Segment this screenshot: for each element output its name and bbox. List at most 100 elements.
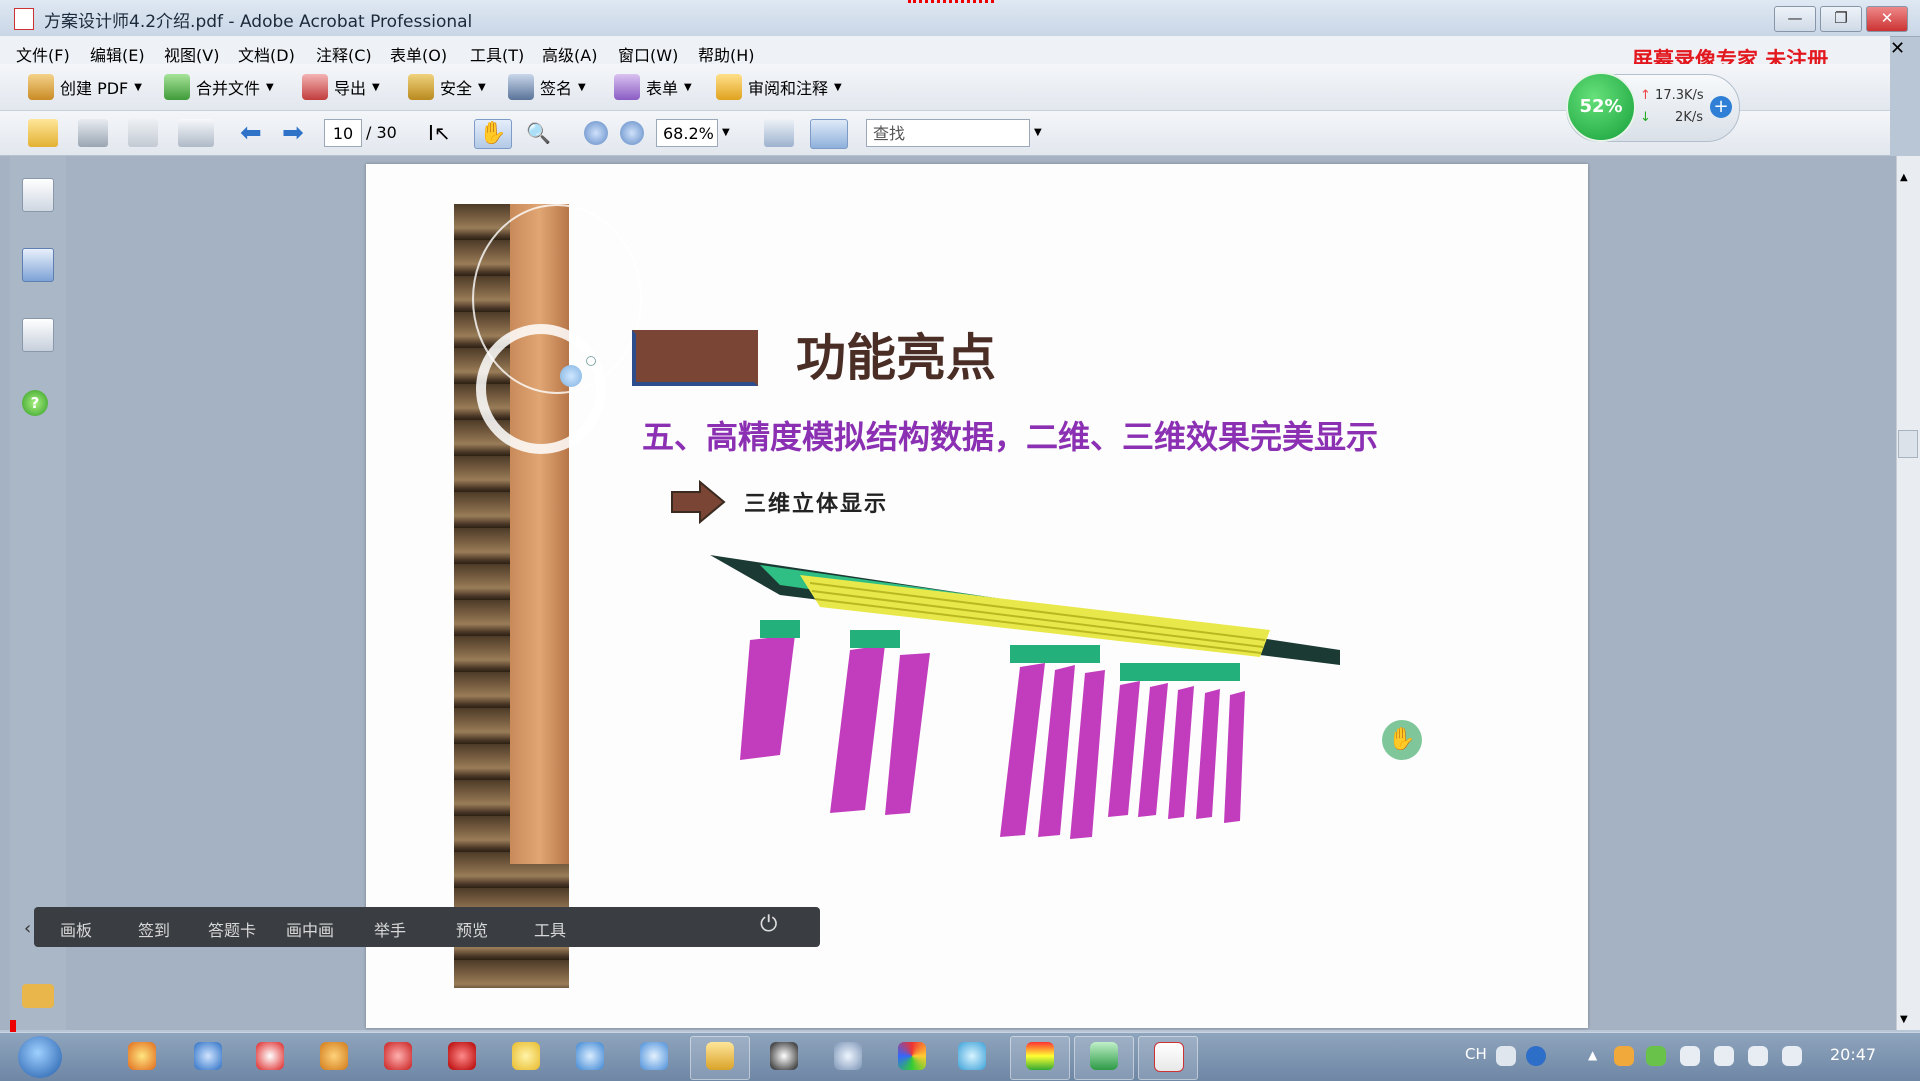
close-icon[interactable]: ✕ [1890, 38, 1905, 59]
menu-tools[interactable]: 工具(T) [470, 42, 524, 66]
vertical-scrollbar[interactable] [1896, 156, 1920, 1030]
floatbar-raise-hand[interactable]: 举手 [374, 917, 406, 941]
menu-help[interactable]: 帮助(H) [698, 42, 755, 66]
sign-button[interactable]: 签名 ▼ [508, 72, 586, 102]
floatbar-tools[interactable]: 工具 [534, 917, 566, 941]
save-icon[interactable] [128, 119, 158, 147]
fit-page-icon[interactable] [810, 119, 848, 149]
minimize-button[interactable]: — [1774, 6, 1816, 32]
video-player-icon[interactable] [448, 1042, 476, 1070]
hand-tool-icon[interactable]: ✋ [474, 119, 512, 149]
zoom-level-field[interactable]: 68.2% [656, 119, 718, 147]
menu-file[interactable]: 文件(F) [16, 42, 70, 66]
create-pdf-button[interactable]: 创建 PDF ▼ [28, 72, 142, 102]
page-number-input[interactable]: 10 [324, 119, 362, 147]
export-icon [302, 74, 328, 100]
taskbar-clock[interactable]: 20:47 [1830, 1045, 1876, 1064]
select-tool-icon[interactable]: I↖ [428, 119, 458, 147]
pdf-icon [14, 8, 34, 30]
forms-button[interactable]: 表单 ▼ [614, 72, 692, 102]
chat-icon[interactable] [22, 984, 54, 1008]
menu-document[interactable]: 文档(D) [238, 42, 295, 66]
previous-page-icon[interactable]: ⬅ [240, 119, 270, 147]
lock-icon [408, 74, 434, 100]
app-blue-icon[interactable] [576, 1042, 604, 1070]
menu-comments[interactable]: 注释(C) [316, 42, 372, 66]
pages-icon[interactable] [22, 178, 54, 212]
security-button[interactable]: 安全 ▼ [408, 72, 486, 102]
floatbar-preview[interactable]: 预览 [456, 917, 488, 941]
restore-button[interactable]: ❐ [1820, 6, 1862, 32]
export-button[interactable]: 导出 ▼ [302, 72, 380, 102]
scroll-up-icon[interactable]: ▲ [1900, 172, 1908, 183]
floatbar-check-in[interactable]: 签到 [138, 917, 170, 941]
acrobat-icon [1154, 1042, 1184, 1072]
search-dropdown-icon[interactable]: ▼ [1034, 127, 1042, 138]
decorative-bubble [560, 365, 582, 387]
browser-icon[interactable] [128, 1042, 156, 1070]
tray-app-icon[interactable] [1614, 1046, 1634, 1066]
bookmarks-icon[interactable] [22, 248, 54, 282]
plus-icon[interactable]: + [1710, 96, 1732, 118]
app-red-icon[interactable] [256, 1042, 284, 1070]
zoom-out-icon[interactable] [584, 121, 608, 145]
bridge-3d-model [710, 555, 1340, 839]
app-cloud-icon[interactable] [640, 1042, 668, 1070]
volume-icon[interactable] [1782, 1046, 1802, 1066]
app-diamond-icon[interactable] [958, 1042, 986, 1070]
floatbar-answer-card[interactable]: 答题卡 [208, 917, 256, 941]
zoom-dropdown-icon[interactable]: ▼ [722, 127, 730, 138]
app-circles-icon[interactable] [834, 1042, 862, 1070]
create-pdf-icon [28, 74, 54, 100]
signatures-icon[interactable] [22, 318, 54, 352]
title-decoration-box [632, 330, 758, 386]
scrollbar-thumb[interactable] [1898, 430, 1918, 458]
collapse-icon[interactable]: ‹ [24, 918, 31, 939]
decorative-ring-thick [476, 324, 606, 454]
email-icon[interactable] [178, 119, 214, 147]
help-tray-icon[interactable] [1526, 1046, 1546, 1066]
windows-start-button[interactable] [18, 1036, 62, 1078]
comment-icon [716, 74, 742, 100]
security-tray-icon[interactable] [1646, 1046, 1666, 1066]
hand-cursor-icon: ✋ [1382, 720, 1422, 760]
open-folder-icon[interactable] [28, 119, 58, 147]
power-icon[interactable]: ⏻ [760, 912, 777, 937]
menu-edit[interactable]: 编辑(E) [90, 42, 145, 66]
print-icon[interactable] [78, 119, 108, 147]
app-k-icon[interactable] [194, 1042, 222, 1070]
floatbar-picture-in-picture[interactable]: 画中画 [286, 917, 334, 941]
menu-advanced[interactable]: 高级(A) [542, 42, 597, 66]
search-input[interactable]: 查找 [866, 119, 1030, 147]
zoom-tool-icon[interactable]: 🔍 [526, 119, 556, 147]
floatbar-drawing-board[interactable]: 画板 [60, 917, 92, 941]
merge-files-button[interactable]: 合并文件 ▼ [164, 72, 274, 102]
app-color-icon[interactable] [898, 1042, 926, 1070]
form-icon [614, 74, 640, 100]
app-yellow-icon[interactable] [512, 1042, 540, 1070]
zoom-in-icon[interactable] [620, 121, 644, 145]
upload-speed: ↑ 17.3K/s [1640, 88, 1704, 103]
device-icon[interactable] [1714, 1046, 1734, 1066]
fit-width-icon[interactable] [764, 119, 794, 147]
app-orange-icon[interactable] [320, 1042, 348, 1070]
keyboard-icon[interactable] [1496, 1046, 1516, 1066]
review-comment-button[interactable]: 审阅和注释 ▼ [716, 72, 842, 102]
scroll-down-icon[interactable]: ▼ [1900, 1014, 1908, 1025]
flag-icon[interactable] [1680, 1046, 1700, 1066]
help-icon[interactable]: ? [22, 390, 48, 416]
menu-view[interactable]: 视图(V) [164, 42, 219, 66]
menu-window[interactable]: 窗口(W) [618, 42, 678, 66]
bullet-text: 三维立体显示 [744, 491, 889, 517]
menu-bar: 文件(F) 编辑(E) 视图(V) 文档(D) 注释(C) 表单(O) 工具(T… [0, 36, 1890, 66]
network-usage-percent[interactable]: 52% [1566, 72, 1636, 142]
show-hidden-icons-icon[interactable]: ▲ [1588, 1048, 1597, 1062]
input-language[interactable]: CH [1465, 1045, 1487, 1063]
weibo-icon[interactable] [384, 1042, 412, 1070]
next-page-icon[interactable]: ➡ [282, 119, 312, 147]
menu-forms[interactable]: 表单(O) [390, 42, 447, 66]
merge-icon [164, 74, 190, 100]
network-icon[interactable] [1748, 1046, 1768, 1066]
close-button[interactable]: ✕ [1866, 6, 1908, 32]
qq-icon[interactable] [770, 1042, 798, 1070]
